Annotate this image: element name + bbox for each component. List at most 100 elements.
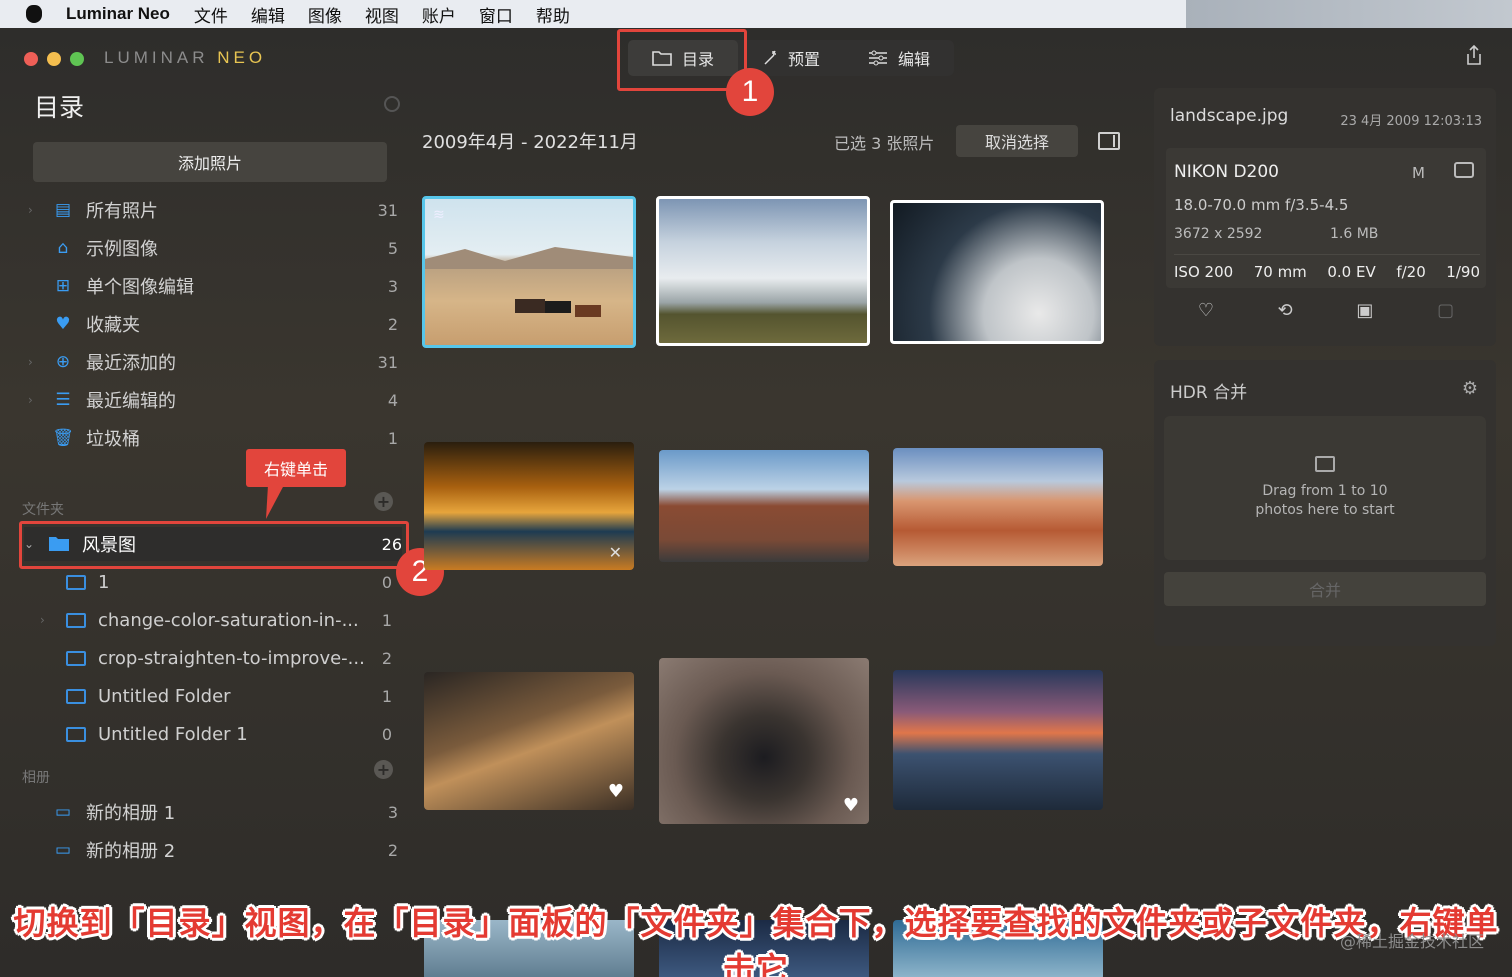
subfolder-item[interactable]: 10 [40,565,392,599]
album-item[interactable]: ▭ 新的相册 2 2 [28,833,398,867]
sidebar-item-label: 示例图像 [86,239,158,260]
menubar-status-area [1186,0,1512,28]
photo-thumbnail[interactable] [893,670,1103,810]
merge-button[interactable]: 合并 [1164,572,1486,606]
zoom-window-button[interactable] [70,52,84,66]
subfolder-count: 0 [381,572,392,592]
exif-exposure-bias: 0.0 EV [1327,263,1376,281]
sidebar-item-count: 31 [377,200,398,220]
photo-thumbnail[interactable]: ≋ [422,196,636,348]
menu-file[interactable]: 文件 [194,2,228,27]
add-folder-icon[interactable]: + [374,492,393,511]
sidebar-item-label: 最近添加的 [86,353,176,374]
photo-thumbnail[interactable] [659,450,869,562]
album-icon: ▭ [54,802,72,822]
catalog-title: 目录 [34,93,85,122]
search-icon[interactable] [384,96,400,112]
menu-edit[interactable]: 编辑 [251,2,285,27]
window-controls [24,52,84,66]
sidebar-item-samples[interactable]: ⌂ 示例图像 5 [28,231,398,265]
sidebar-item-favorites[interactable]: ♥ 收藏夹 2 [28,307,398,341]
add-photos-button[interactable]: 添加照片 [33,142,387,182]
exif-iso: ISO 200 [1174,263,1234,281]
sidebar-item-count: 5 [387,238,398,258]
menu-help[interactable]: 帮助 [536,2,570,27]
exif-focal-length: 70 mm [1253,263,1307,281]
album-label: 新的相册 2 [86,841,176,862]
heart-icon[interactable]: ♥ [608,781,624,802]
exif-aperture: f/20 [1396,263,1426,281]
hdr-drop-zone[interactable]: Drag from 1 to 10 photos here to start [1164,416,1486,560]
sidebar-item-label: 垃圾桶 [86,429,140,450]
sidebar-item-count: 4 [387,390,398,410]
sidebar-item-count: 2 [387,314,398,334]
heart-icon[interactable]: ♥ [843,795,859,816]
photo-thumbnail[interactable]: ♥ [659,658,869,824]
tab-edit[interactable]: 编辑 [844,40,954,76]
folder-icon [66,612,86,628]
menu-account[interactable]: 账户 [422,2,456,27]
favorite-heart-icon[interactable]: ♡ [1198,300,1214,321]
subfolder-item[interactable]: › change-color-saturation-in-... 1 [40,603,392,637]
subfolder-item[interactable]: Untitled Folder 1 0 [40,717,392,751]
photo-thumbnail[interactable]: ♥ [424,672,634,810]
grid-icon: ⊞ [55,276,71,296]
image-actions: ♡ ⟲ ▣ ▢ [1166,300,1486,321]
sidebar-item-single-edits[interactable]: ⊞ 单个图像编辑 3 [28,269,398,303]
photo-thumbnail[interactable]: ✕ [424,442,634,570]
add-album-icon[interactable]: + [374,760,393,779]
copy-icon[interactable]: ▢ [1437,300,1454,321]
photo-thumbnail[interactable] [656,196,870,346]
minimize-window-button[interactable] [47,52,61,66]
rotate-icon[interactable]: ⟲ [1278,300,1293,321]
album-item[interactable]: ▭ 新的相册 1 3 [28,795,398,829]
right-click-tooltip: 右键单击 [246,449,346,487]
sidebar-item-count: 31 [377,352,398,372]
close-icon[interactable]: ✕ [609,543,622,562]
edited-adjustments-icon: ≋ [433,207,445,223]
subfolder-item[interactable]: Untitled Folder 1 [40,679,392,713]
subfolder-count: 0 [381,724,392,744]
close-window-button[interactable] [24,52,38,66]
file-size: 1.6 MB [1330,226,1379,242]
subfolder-label: Untitled Folder 1 [98,723,248,745]
subfolder-label: change-color-saturation-in-... [98,609,359,631]
trash-icon: 🗑 [52,428,74,448]
exposure-mode: M [1412,164,1425,182]
subfolder-item[interactable]: crop-straighten-to-improve-... 2 [40,641,392,675]
deselect-button[interactable]: 取消选择 [956,125,1078,157]
hdr-merge-panel: HDR 合并 ⚙ Drag from 1 to 10 photos here t… [1154,360,1496,646]
image-dimensions: 3672 x 2592 [1174,226,1263,242]
app-window: LUMINAR NEO 目录 预置 编辑 1 目录 添加照片 › ▤ 所有照片 31 … [0,28,1512,977]
chevron-right-icon[interactable]: › [28,203,42,217]
folder-icon [66,574,86,590]
photo-thumbnail[interactable] [893,448,1103,566]
album-label: 新的相册 1 [86,803,176,824]
info-panel-toggle-icon[interactable] [1098,132,1120,150]
folder-icon [66,650,86,666]
sidebar-item-recently-edited[interactable]: › ☰ 最近编辑的 4 [28,383,398,417]
album-count: 2 [387,840,398,860]
chevron-right-icon[interactable]: › [28,393,42,407]
lens-info: 18.0-70.0 mm f/3.5-4.5 [1174,196,1349,214]
menu-image[interactable]: 图像 [308,2,342,27]
subfolder-count: 1 [381,686,392,706]
sidebar-item-recently-added[interactable]: › ⊕ 最近添加的 31 [28,345,398,379]
album-icon: ▭ [54,840,72,860]
chevron-right-icon[interactable]: › [40,613,54,627]
album-count: 3 [387,802,398,822]
photo-thumbnail[interactable] [890,200,1104,344]
drop-hint-line2: photos here to start [1255,502,1395,518]
share-icon[interactable] [1464,44,1484,66]
subfolder-label: Untitled Folder [98,685,231,707]
sidebar-item-all-photos[interactable]: › ▤ 所有照片 31 [28,193,398,227]
menu-view[interactable]: 视图 [365,2,399,27]
subfolder-label: 1 [98,571,110,593]
menu-window[interactable]: 窗口 [479,2,513,27]
menu-app-name[interactable]: Luminar Neo [66,4,170,24]
apple-icon[interactable] [26,5,42,23]
subfolder-count: 1 [381,610,392,630]
gear-icon[interactable]: ⚙ [1462,378,1478,399]
chevron-right-icon[interactable]: › [28,355,42,369]
crop-icon[interactable]: ▣ [1356,300,1373,321]
